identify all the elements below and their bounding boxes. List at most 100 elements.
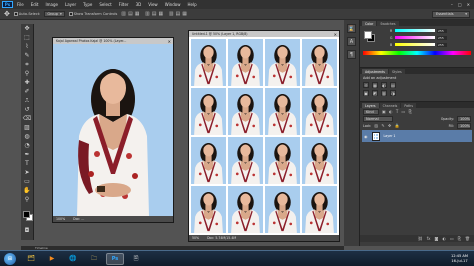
dodge-tool-icon[interactable]: ◔: [23, 142, 31, 150]
move-tool-icon[interactable]: ✥: [23, 25, 31, 33]
taskbar-app-explorer[interactable]: 🗂: [22, 253, 40, 265]
link-layers-icon[interactable]: ⛓: [418, 236, 423, 241]
color-spectrum-bar[interactable]: [363, 51, 471, 55]
tab-styles[interactable]: Styles: [388, 69, 405, 74]
curves-adjustment-icon[interactable]: ◐: [381, 82, 387, 88]
menu-image[interactable]: Image: [45, 2, 58, 7]
menu-window[interactable]: Window: [165, 2, 181, 7]
path-select-tool-icon[interactable]: ➤: [23, 169, 31, 177]
crop-tool-icon[interactable]: ⌗: [23, 61, 31, 69]
taskbar-app-folder[interactable]: 🗀: [85, 253, 103, 265]
lasso-tool-icon[interactable]: ⌇: [23, 43, 31, 51]
close-icon[interactable]: ✕: [467, 2, 470, 7]
menu-edit[interactable]: Edit: [31, 2, 39, 7]
tab-color[interactable]: Color: [362, 21, 377, 26]
workspace-dropdown[interactable]: Essentials ▾: [432, 10, 470, 18]
auto-select-dropdown[interactable]: Group ▾: [44, 11, 65, 17]
layer-name[interactable]: Layer 1: [384, 134, 396, 138]
slider-g[interactable]: G 255: [390, 35, 474, 40]
slider-b-value[interactable]: 255: [437, 42, 447, 47]
lock-icons[interactable]: ▨ ✎ ✥ 🔒: [374, 123, 400, 128]
maximize-icon[interactable]: □: [458, 2, 462, 7]
color-balance-adjustment-icon[interactable]: ▥: [381, 90, 387, 96]
vibrance-adjustment-icon[interactable]: ▣: [363, 90, 369, 96]
quick-select-tool-icon[interactable]: ✎: [23, 52, 31, 60]
tab-channels[interactable]: Channels: [379, 103, 401, 108]
eraser-tool-icon[interactable]: ⌫: [23, 115, 31, 123]
menu-file[interactable]: File: [17, 2, 24, 7]
slider-b[interactable]: B 255: [390, 42, 474, 47]
pen-tool-icon[interactable]: ✒: [23, 151, 31, 159]
zoom-level[interactable]: 100%: [56, 217, 65, 221]
menu-layer[interactable]: Layer: [65, 2, 76, 7]
start-button[interactable]: ⊞: [4, 252, 16, 265]
exposure-adjustment-icon[interactable]: ▤: [390, 82, 396, 88]
transform-controls-checkbox[interactable]: Show Transform Controls: [68, 12, 117, 16]
stamp-tool-icon[interactable]: ⎍: [23, 97, 31, 105]
align-icons[interactable]: ▥▤▦ ▥▤▦ ▥▤▦: [121, 11, 189, 17]
system-clock[interactable]: 12:45 AM 16-Jul-17: [451, 254, 468, 263]
menu-help[interactable]: Help: [187, 2, 196, 7]
close-icon[interactable]: ✕: [168, 39, 171, 44]
move-tool-icon[interactable]: ✥: [4, 10, 10, 18]
paragraph-panel-icon[interactable]: ¶: [347, 50, 356, 59]
hand-tool-icon[interactable]: ✋: [23, 187, 31, 195]
shape-tool-icon[interactable]: ▭: [23, 178, 31, 186]
photo-grid[interactable]: [189, 37, 339, 235]
character-panel-icon[interactable]: A: [347, 37, 356, 46]
layer-filter-dropdown[interactable]: Kind: [363, 108, 379, 115]
auto-select-value: Group: [47, 12, 58, 16]
fg-bg-swatches[interactable]: [364, 31, 376, 43]
auto-select-checkbox[interactable]: Auto-Select:: [13, 12, 40, 16]
new-adjustment-icon[interactable]: ◐: [442, 236, 446, 241]
levels-adjustment-icon[interactable]: ▦: [372, 82, 378, 88]
taskbar-app-photoshop[interactable]: Ps: [106, 252, 124, 265]
canvas-photo[interactable]: [53, 44, 173, 216]
marquee-tool-icon[interactable]: ⬚: [23, 34, 31, 42]
menu-type[interactable]: Type: [83, 2, 92, 7]
foreground-color-swatch[interactable]: [23, 211, 30, 218]
slider-r[interactable]: R 255: [390, 28, 474, 33]
layer-row-layer-1[interactable]: ◉ Layer 1: [362, 130, 472, 142]
blend-mode-dropdown[interactable]: Normal: [363, 115, 393, 122]
tab-layers[interactable]: Layers: [362, 103, 379, 108]
menu-filter[interactable]: Filter: [119, 2, 129, 7]
new-group-icon[interactable]: ▭: [450, 236, 454, 241]
delete-layer-icon[interactable]: 🗑: [465, 236, 470, 241]
hue-saturation-adjustment-icon[interactable]: ◩: [372, 90, 378, 96]
brush-tool-icon[interactable]: ✐: [23, 88, 31, 96]
slider-g-value[interactable]: 255: [437, 35, 447, 40]
taskbar-app-document[interactable]: 🗎: [127, 253, 145, 265]
blur-tool-icon[interactable]: ◍: [23, 133, 31, 141]
minimize-icon[interactable]: –: [451, 2, 453, 7]
eye-icon[interactable]: ◉: [364, 134, 368, 139]
brightness-adjustment-icon[interactable]: ☼: [363, 82, 369, 88]
filter-icons[interactable]: ▣ ◐ T ▭ ⎘: [382, 109, 413, 114]
gradient-tool-icon[interactable]: ▨: [23, 124, 31, 132]
opacity-input[interactable]: 100%: [457, 115, 471, 122]
taskbar-app-chrome[interactable]: 🌐: [64, 253, 82, 265]
healing-tool-icon[interactable]: ✚: [23, 79, 31, 87]
history-panel-icon[interactable]: ⌛: [347, 24, 356, 33]
menu-3d[interactable]: 3D: [136, 2, 142, 7]
tab-adjustments[interactable]: Adjustments: [362, 69, 388, 74]
tab-swatches[interactable]: Swatches: [377, 21, 399, 26]
black-white-adjustment-icon[interactable]: ◑: [390, 90, 396, 96]
add-mask-icon[interactable]: ◙: [435, 236, 439, 241]
eyedropper-tool-icon[interactable]: ⚲: [23, 70, 31, 78]
fill-input[interactable]: 100%: [457, 122, 471, 129]
quick-mask-icon[interactable]: ◘: [23, 227, 31, 235]
menu-view[interactable]: View: [148, 2, 158, 7]
tab-paths[interactable]: Paths: [401, 103, 416, 108]
type-tool-icon[interactable]: T: [23, 160, 31, 168]
close-icon[interactable]: ✕: [334, 32, 337, 37]
menu-select[interactable]: Select: [99, 2, 111, 7]
history-brush-tool-icon[interactable]: ↺: [23, 106, 31, 114]
new-layer-icon[interactable]: ⎘: [458, 236, 461, 241]
layer-style-icon[interactable]: fx: [427, 236, 431, 241]
taskbar-app-media-player[interactable]: ▶: [43, 253, 61, 265]
zoom-tool-icon[interactable]: ⚲: [23, 196, 31, 204]
passport-photo: [302, 186, 337, 233]
zoom-level[interactable]: 50%: [192, 236, 199, 240]
slider-r-value[interactable]: 255: [437, 28, 447, 33]
